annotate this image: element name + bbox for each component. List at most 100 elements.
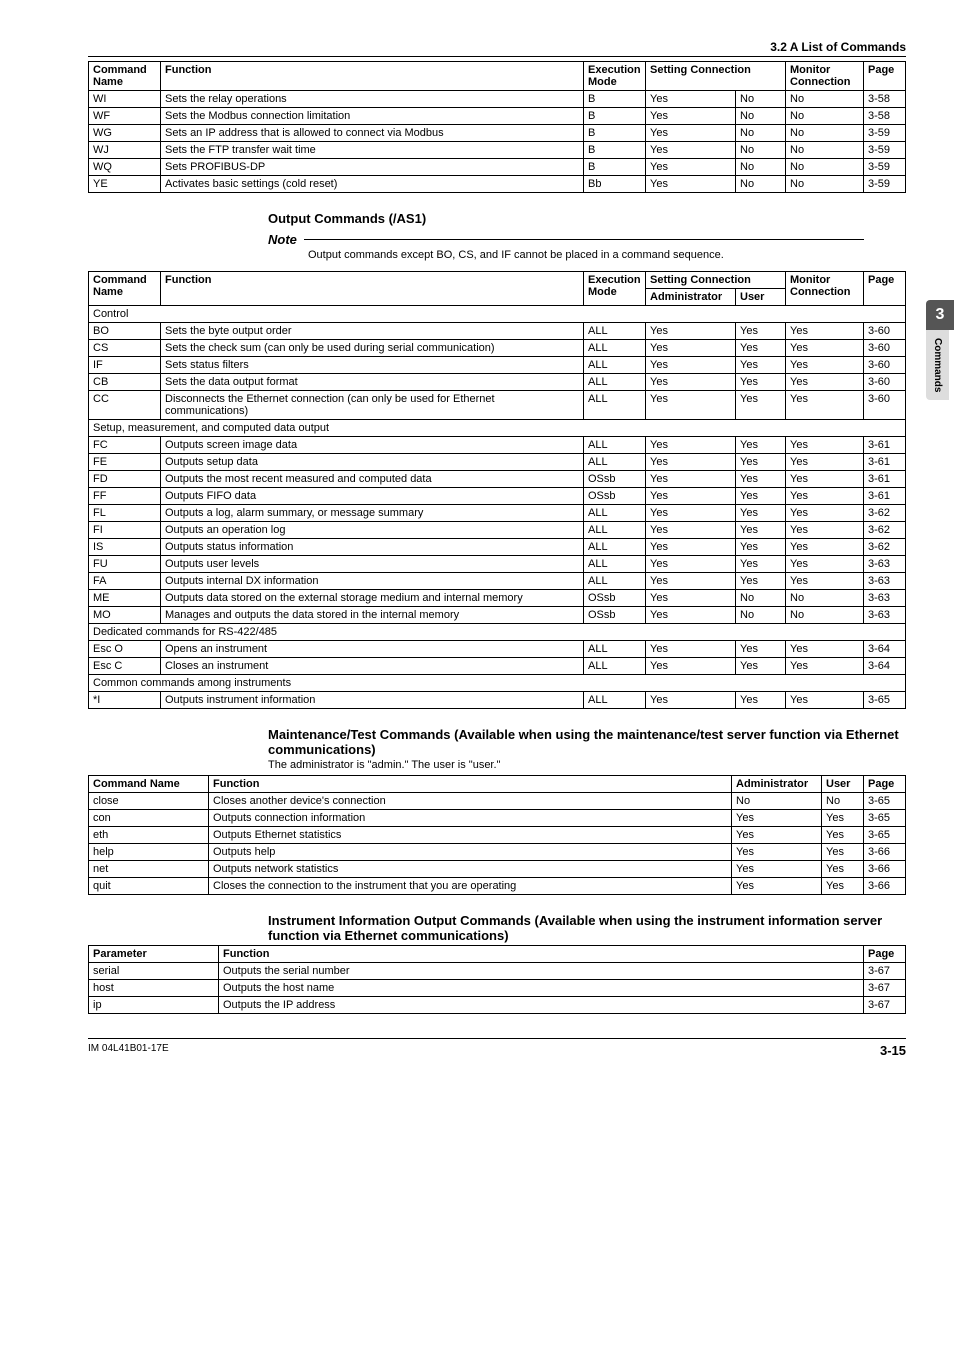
th-function: Function [209,776,732,793]
cell: Outputs Ethernet statistics [209,827,732,844]
cell: 3-66 [864,844,906,861]
cell: 3-63 [864,607,906,624]
cell: Outputs an operation log [161,522,584,539]
cell: ALL [584,539,646,556]
cell: 3-59 [864,125,906,142]
cell: Outputs connection information [209,810,732,827]
cell: ALL [584,692,646,709]
cell: 3-58 [864,108,906,125]
cell: Yes [786,658,864,675]
table-row: CBSets the data output formatALLYesYesYe… [89,374,906,391]
cell: No [736,159,786,176]
cell: No [736,142,786,159]
table-row: MOManages and outputs the data stored in… [89,607,906,624]
cell: host [89,980,219,997]
th-page: Page [864,272,906,306]
cell: 3-65 [864,827,906,844]
table-row: FCOutputs screen image dataALLYesYesYes3… [89,437,906,454]
cell: Outputs network statistics [209,861,732,878]
cell: FU [89,556,161,573]
cell: WI [89,91,161,108]
cell: Yes [736,437,786,454]
table-row: serialOutputs the serial number3-67 [89,963,906,980]
cell: ALL [584,437,646,454]
table-row: closeCloses another device's connectionN… [89,793,906,810]
cell: Yes [822,878,864,895]
table-row: WJSets the FTP transfer wait timeBYesNoN… [89,142,906,159]
cell: Yes [736,505,786,522]
doc-number: IM 04L41B01-17E [88,1043,169,1058]
table-row: Esc CCloses an instrumentALLYesYesYes3-6… [89,658,906,675]
table-row: Esc OOpens an instrumentALLYesYesYes3-64 [89,641,906,658]
cell: No [786,176,864,193]
cell: Yes [646,125,736,142]
cell: FL [89,505,161,522]
cell: Yes [646,505,736,522]
table-row: FDOutputs the most recent measured and c… [89,471,906,488]
maintenance-table: Command Name Function Administrator User… [88,775,906,895]
th-monitor-connection: Monitor Connection [786,272,864,306]
cell: ALL [584,340,646,357]
cell: IF [89,357,161,374]
cell: *I [89,692,161,709]
cell: WQ [89,159,161,176]
cell: 3-60 [864,391,906,420]
table-row: ISOutputs status informationALLYesYesYes… [89,539,906,556]
table-row: quitCloses the connection to the instrum… [89,878,906,895]
cell: ME [89,590,161,607]
cell: 3-60 [864,340,906,357]
cell: 3-62 [864,539,906,556]
cell: close [89,793,209,810]
cell: Outputs data stored on the external stor… [161,590,584,607]
cell: Yes [646,391,736,420]
cell: Yes [646,573,736,590]
cell: Yes [646,471,736,488]
cell: Closes an instrument [161,658,584,675]
cell: Outputs internal DX information [161,573,584,590]
cell: Yes [646,658,736,675]
cell: ALL [584,323,646,340]
cell: OSsb [584,590,646,607]
instrument-info-title: Instrument Information Output Commands (… [268,913,906,943]
th-administrator: Administrator [732,776,822,793]
cell: Yes [786,357,864,374]
cell: Yes [786,641,864,658]
group-row: Common commands among instruments [89,675,906,692]
cell: Yes [736,692,786,709]
cell: Sets the relay operations [161,91,584,108]
th-function: Function [219,946,864,963]
group-row: Control [89,306,906,323]
cell: Outputs the host name [219,980,864,997]
group-label: Common commands among instruments [89,675,906,692]
cell: Yes [736,471,786,488]
cell: B [584,125,646,142]
cell: No [786,590,864,607]
cell: B [584,108,646,125]
cell: 3-61 [864,471,906,488]
cell: 3-60 [864,323,906,340]
maintenance-subtitle: The administrator is "admin." The user i… [268,759,906,771]
th-administrator: Administrator [646,289,736,306]
cell: ALL [584,374,646,391]
cell: 3-59 [864,159,906,176]
cell: Outputs screen image data [161,437,584,454]
chapter-label: Commands [926,330,949,400]
cell: 3-63 [864,590,906,607]
cell: Yes [732,861,822,878]
cell: Yes [786,505,864,522]
chapter-number: 3 [926,300,954,330]
th-setting-connection: Setting Connection [646,272,786,289]
cell: Yes [736,454,786,471]
th-function: Function [161,62,584,91]
cell: Bb [584,176,646,193]
cell: B [584,91,646,108]
cell: Yes [786,522,864,539]
cell: FD [89,471,161,488]
group-label: Dedicated commands for RS-422/485 [89,624,906,641]
cell: WF [89,108,161,125]
cell: Opens an instrument [161,641,584,658]
cell: FI [89,522,161,539]
cell: No [786,142,864,159]
cell: Sets the Modbus connection limitation [161,108,584,125]
table-row: FEOutputs setup dataALLYesYesYes3-61 [89,454,906,471]
